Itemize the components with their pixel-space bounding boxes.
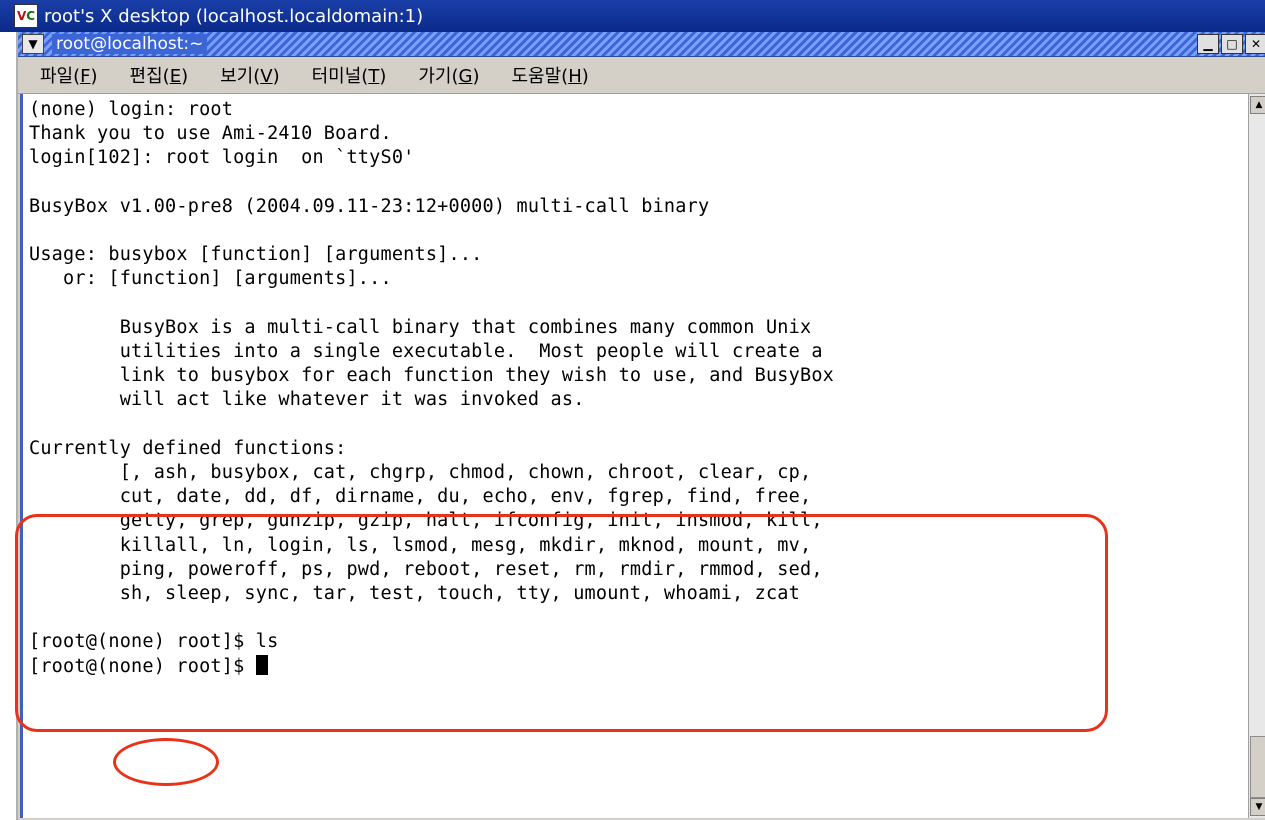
vertical-scrollbar[interactable]: ▲ ▼ bbox=[1248, 94, 1265, 818]
vnc-titlebar[interactable]: VC root's X desktop (localhost.localdoma… bbox=[0, 0, 1265, 32]
vnc-logo-icon[interactable]: VC bbox=[14, 4, 38, 28]
menu-edit[interactable]: 편집(E) bbox=[130, 62, 189, 88]
menu-terminal[interactable]: 터미널(T) bbox=[312, 62, 387, 88]
terminal-line: BusyBox is a multi-call binary that comb… bbox=[29, 316, 812, 338]
maximize-button[interactable]: □ bbox=[1221, 34, 1243, 54]
terminal-line: login[102]: root login on `ttyS0' bbox=[29, 147, 415, 169]
terminal-line: utilities into a single executable. Most… bbox=[29, 341, 823, 363]
terminal-line: Currently defined functions: bbox=[29, 437, 347, 459]
scroll-down-arrow-icon[interactable]: ▼ bbox=[1250, 798, 1265, 816]
terminal-line: Usage: busybox [function] [arguments]... bbox=[29, 244, 483, 266]
scrollbar-thumb[interactable] bbox=[1250, 736, 1265, 798]
menu-help[interactable]: 도움말(H) bbox=[512, 62, 589, 88]
minimize-button[interactable]: ▁ bbox=[1197, 34, 1219, 54]
terminal-menubar: 파일(F) 편집(E) 보기(V) 터미널(T) 가기(G) 도움말(H) bbox=[18, 57, 1265, 94]
terminal-window-title: root@localhost:~ bbox=[52, 34, 208, 54]
terminal-line: cut, date, dd, df, dirname, du, echo, en… bbox=[29, 486, 812, 508]
hostname-highlight-oval bbox=[113, 738, 219, 786]
window-controls: ▁ □ ✕ bbox=[1197, 34, 1265, 54]
menu-go[interactable]: 가기(G) bbox=[418, 62, 479, 88]
terminal-line: will act like whatever it was invoked as… bbox=[29, 389, 585, 411]
functions-highlight-box bbox=[15, 514, 1108, 732]
terminal-line: [, ash, busybox, cat, chgrp, chmod, chow… bbox=[29, 462, 812, 484]
terminal-line: or: [function] [arguments]... bbox=[29, 268, 392, 290]
menu-view[interactable]: 보기(V) bbox=[220, 62, 280, 88]
window-menu-chevron-icon[interactable]: ▼ bbox=[22, 34, 44, 54]
close-button[interactable]: ✕ bbox=[1245, 34, 1265, 54]
terminal-line: BusyBox v1.00-pre8 (2004.09.11-23:12+000… bbox=[29, 195, 710, 217]
menu-file[interactable]: 파일(F) bbox=[40, 62, 98, 88]
terminal-line: (none) login: root bbox=[29, 99, 234, 120]
vnc-window-title: root's X desktop (localhost.localdomain:… bbox=[44, 5, 424, 27]
terminal-line: Thank you to use Ami-2410 Board. bbox=[29, 123, 392, 145]
terminal-titlebar[interactable]: ▼ root@localhost:~ ▁ □ ✕ bbox=[18, 32, 1265, 57]
terminal-line: link to busybox for each function they w… bbox=[29, 365, 834, 387]
scroll-up-arrow-icon[interactable]: ▲ bbox=[1250, 96, 1265, 114]
